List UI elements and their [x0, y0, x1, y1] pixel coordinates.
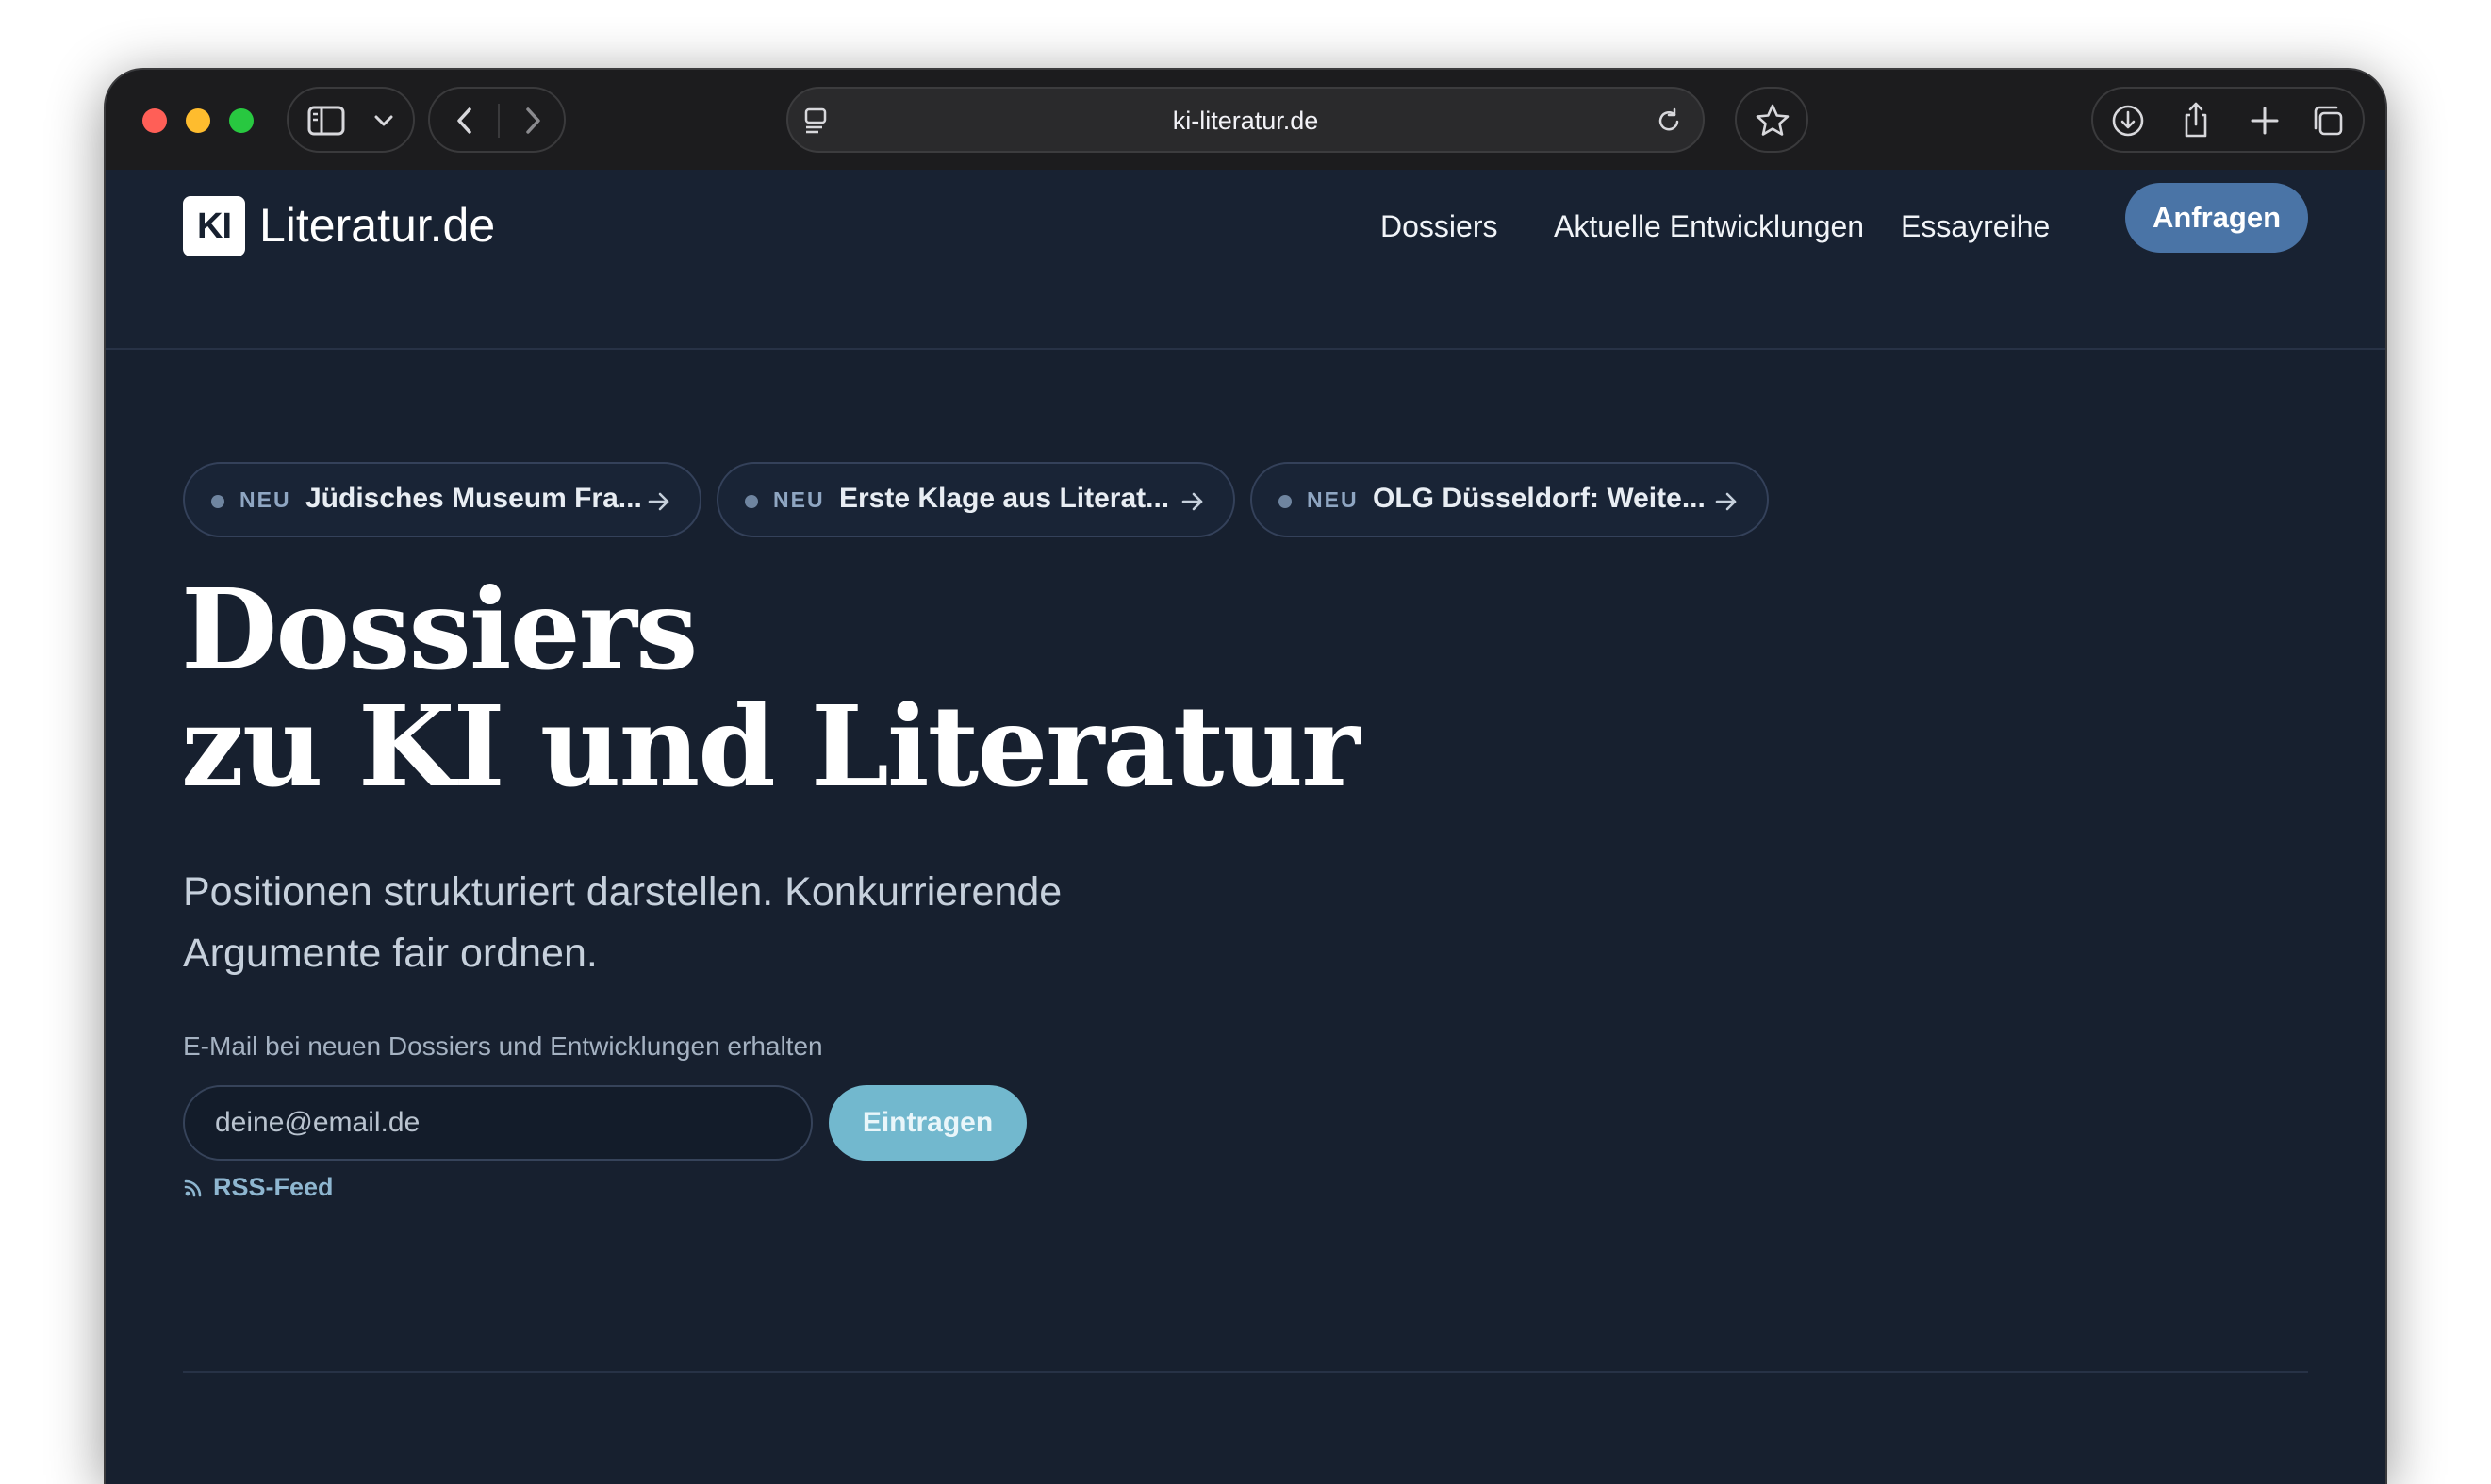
logo-text[interactable]: Literatur.de	[259, 198, 495, 253]
close-window-button[interactable]	[142, 108, 167, 133]
site-header: KI Literatur.de Dossiers Aktuelle Entwic…	[106, 170, 2385, 350]
news-title: OLG Düsseldorf: Weite...	[1373, 483, 1706, 514]
news-chip[interactable]: NEU OLG Düsseldorf: Weite...	[1250, 462, 1769, 537]
status-dot	[211, 495, 224, 508]
anfragen-button[interactable]: Anfragen	[2125, 183, 2308, 253]
news-chip[interactable]: NEU Erste Klage aus Literat...	[717, 462, 1235, 537]
forward-icon[interactable]	[519, 104, 547, 138]
tab-overview-icon[interactable]	[2310, 103, 2346, 139]
arrow-right-icon	[1715, 492, 1737, 511]
new-badge: NEU	[773, 487, 825, 512]
headline-line-2: zu KI und Literatur	[181, 681, 1360, 812]
address-bar[interactable]: ki-literatur.de	[786, 87, 1705, 153]
new-tab-icon[interactable]	[2248, 104, 2282, 138]
status-dot	[745, 495, 758, 508]
arrow-right-icon	[648, 492, 669, 511]
hero-headline: Dossiers zu KI und Literatur	[181, 564, 1360, 812]
subscribe-button[interactable]: Eintragen	[829, 1085, 1027, 1161]
nav-divider	[498, 104, 500, 138]
hero-lede: Positionen strukturiert darstellen. Konk…	[183, 869, 1063, 976]
history-navigation	[428, 87, 566, 153]
star-icon	[1756, 104, 1790, 136]
new-badge: NEU	[239, 487, 291, 512]
rss-feed-link[interactable]: RSS-Feed	[183, 1173, 334, 1202]
nav-link-aktuelle-entwicklungen[interactable]: Aktuelle Entwicklungen	[1554, 209, 1864, 244]
nav-link-dossiers[interactable]: Dossiers	[1380, 209, 1497, 244]
sidebar-toggle-button[interactable]	[287, 87, 415, 153]
browser-window: ki-literatur.de KI Literatur.de Dossiers…	[106, 70, 2385, 1484]
zoom-window-button[interactable]	[229, 108, 254, 133]
rss-icon	[184, 1179, 202, 1196]
chevron-down-icon	[374, 115, 393, 126]
back-icon[interactable]	[451, 104, 479, 138]
share-icon[interactable]	[2178, 100, 2214, 140]
news-chip[interactable]: NEU Jüdisches Museum Fra...	[183, 462, 701, 537]
reload-icon[interactable]	[1654, 106, 1684, 136]
toolbar-actions	[2091, 87, 2365, 153]
new-badge: NEU	[1307, 487, 1359, 512]
sidebar-icon	[307, 106, 345, 136]
headline-line-1: Dossiers	[181, 564, 698, 695]
email-input[interactable]	[183, 1085, 813, 1161]
favorites-button[interactable]	[1735, 87, 1808, 153]
nav-link-essayreihe[interactable]: Essayreihe	[1901, 209, 2050, 244]
download-icon[interactable]	[2110, 103, 2146, 139]
news-title: Jüdisches Museum Fra...	[305, 483, 642, 514]
minimize-window-button[interactable]	[186, 108, 210, 133]
news-title: Erste Klage aus Literat...	[839, 483, 1170, 514]
section-divider	[183, 1371, 2308, 1373]
rss-feed-label: RSS-Feed	[213, 1173, 334, 1201]
arrow-right-icon	[1181, 492, 1203, 511]
status-dot	[1278, 495, 1292, 508]
browser-toolbar: ki-literatur.de	[106, 70, 2385, 170]
logo-mark[interactable]: KI	[183, 196, 245, 256]
newsletter-label: E-Mail bei neuen Dossiers und Entwicklun…	[183, 1031, 823, 1061]
url-text: ki-literatur.de	[1172, 107, 1319, 135]
